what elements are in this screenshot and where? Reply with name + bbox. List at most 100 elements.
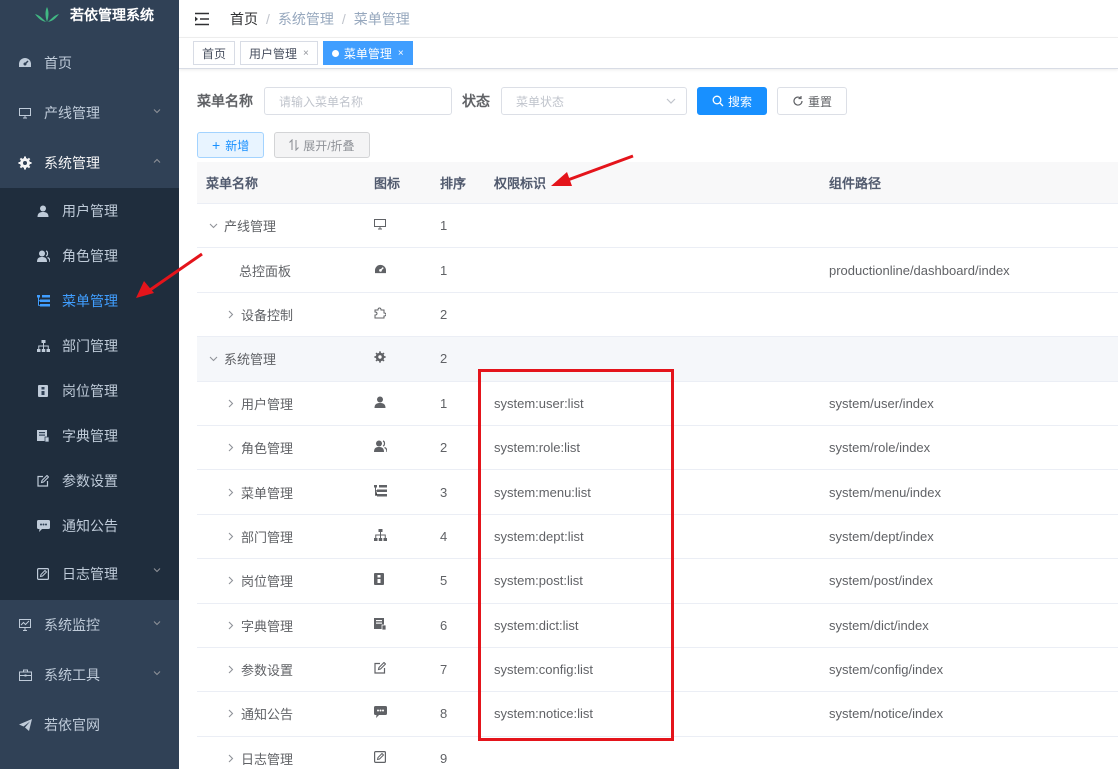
table-row[interactable]: 产线管理 1 (197, 204, 1118, 249)
close-icon[interactable]: × (303, 48, 309, 59)
sidebar-item-config[interactable]: 参数设置 (0, 458, 179, 503)
cell-name: 字典管理 (197, 616, 360, 635)
toolbox-icon (18, 668, 32, 682)
cell-name: 系统管理 (197, 349, 360, 368)
search-button-label: 搜索 (728, 94, 753, 109)
chevron-down-icon[interactable] (206, 221, 220, 230)
chevron-right-icon[interactable] (223, 754, 237, 763)
sort-icon (289, 139, 300, 151)
chevron-right-icon[interactable] (223, 488, 237, 497)
log-icon (374, 750, 387, 766)
cell-name: 菜单管理 (197, 483, 360, 502)
tag-user[interactable]: 用户管理 × (240, 41, 318, 65)
reset-button[interactable]: 重置 (777, 87, 848, 115)
chevron-right-icon[interactable] (223, 443, 237, 452)
status-select[interactable]: 菜单状态 (501, 87, 687, 115)
sidebar-item-label: 产线管理 (44, 105, 100, 121)
cell-order: 2 (440, 306, 448, 322)
sidebar-item-system[interactable]: 系统管理 (0, 138, 179, 188)
cell-path: system/user/index (829, 395, 934, 411)
dict-icon (36, 429, 50, 443)
sidebar-item-user[interactable]: 用户管理 (0, 188, 179, 233)
sidebar-item-label: 日志管理 (62, 566, 118, 582)
add-button[interactable]: + 新增 (197, 132, 265, 158)
tag-home[interactable]: 首页 (193, 41, 236, 65)
sidebar-item-label: 角色管理 (62, 247, 118, 264)
sidebar-item-log[interactable]: 日志管理 (0, 548, 179, 600)
sidebar-item-notice[interactable]: 通知公告 (0, 503, 179, 548)
chevron-up-icon (153, 158, 161, 163)
search-icon (712, 95, 724, 107)
active-dot (331, 49, 339, 57)
sidebar-item-label: 系统监控 (44, 617, 100, 633)
logo[interactable]: 若依管理系统 (0, 0, 179, 30)
chevron-right-icon[interactable] (223, 310, 237, 319)
tag-label: 首页 (202, 46, 227, 61)
sidebar-item-production[interactable]: 产线管理 (0, 88, 179, 138)
expand-collapse-button[interactable]: 展开/折叠 (274, 132, 370, 158)
sidebar-item-label: 通知公告 (62, 517, 118, 534)
menu-name: 日志管理 (241, 751, 294, 767)
hamburger-icon[interactable] (194, 12, 210, 26)
menu-name: 参数设置 (241, 663, 294, 679)
edit-icon (374, 661, 387, 677)
breadcrumb-separator: / (341, 10, 346, 27)
chevron-down-icon (666, 98, 676, 104)
column-header-order: 排序 (440, 176, 467, 191)
sidebar-item-dept[interactable]: 部门管理 (0, 323, 179, 368)
chevron-right-icon[interactable] (223, 576, 237, 585)
app-title: 若依管理系统 (70, 7, 154, 23)
sidebar-item-dict[interactable]: 字典管理 (0, 413, 179, 458)
cell-order: 7 (440, 662, 448, 678)
send-icon (18, 718, 32, 732)
cell-icon (360, 484, 427, 500)
search-button[interactable]: 搜索 (697, 87, 768, 115)
tags-view: 首页 用户管理 × 菜单管理 × (179, 38, 1118, 69)
column-header-path: 组件路径 (829, 176, 882, 191)
cell-name: 角色管理 (197, 438, 360, 457)
cell-path: system/menu/index (829, 484, 941, 500)
chevron-right-icon[interactable] (223, 532, 237, 541)
chevron-right-icon[interactable] (223, 399, 237, 408)
status-placeholder: 菜单状态 (516, 94, 565, 109)
menu-name: 菜单管理 (241, 485, 294, 501)
cell-icon (360, 396, 427, 411)
table-row[interactable]: 总控面板 1 productionline/dashboard/index (197, 248, 1118, 293)
breadcrumb-home[interactable]: 首页 (230, 9, 258, 29)
menu-name: 产线管理 (224, 219, 277, 235)
dashboard-icon (374, 263, 387, 278)
menu-name: 字典管理 (241, 618, 294, 634)
sidebar-item-label: 首页 (44, 55, 72, 71)
refresh-icon (793, 96, 803, 106)
sidebar-item-post[interactable]: 岗位管理 (0, 368, 179, 413)
menu-name-placeholder: 请输入菜单名称 (279, 94, 364, 109)
sidebar-item-tools[interactable]: 系统工具 (0, 650, 179, 700)
sidebar-item-label: 系统管理 (44, 155, 100, 171)
tag-menu[interactable]: 菜单管理 × (322, 41, 413, 65)
cell-path: system/role/index (829, 440, 931, 456)
sidebar-item-website[interactable]: 若依官网 (0, 700, 179, 750)
post-icon (374, 573, 384, 588)
chevron-down-icon[interactable] (206, 354, 220, 363)
chevron-right-icon[interactable] (223, 621, 237, 630)
table-row[interactable]: 日志管理 9 (197, 737, 1118, 769)
menu-name: 设备控制 (241, 307, 294, 323)
sidebar-item-home[interactable]: 首页 (0, 38, 179, 88)
sidebar-item-monitor[interactable]: 系统监控 (0, 600, 179, 650)
close-icon[interactable]: × (398, 48, 404, 59)
table-row[interactable]: 设备控制 2 (197, 293, 1118, 338)
menu-name-input[interactable]: 请输入菜单名称 (264, 87, 452, 115)
tag-label: 菜单管理 (343, 46, 392, 61)
chevron-right-icon[interactable] (223, 665, 237, 674)
cell-name: 部门管理 (197, 527, 360, 546)
cell-name: 总控面板 (197, 261, 360, 280)
sidebar-item-label: 部门管理 (62, 337, 118, 354)
cell-path: system/post/index (829, 573, 934, 589)
chevron-down-icon (153, 109, 161, 114)
status-label: 状态 (462, 93, 490, 109)
message-icon (36, 519, 50, 533)
gear-icon (18, 156, 32, 170)
chevron-right-icon[interactable] (223, 709, 237, 718)
sidebar-item-label: 菜单管理 (62, 292, 118, 309)
cell-icon (360, 573, 427, 588)
